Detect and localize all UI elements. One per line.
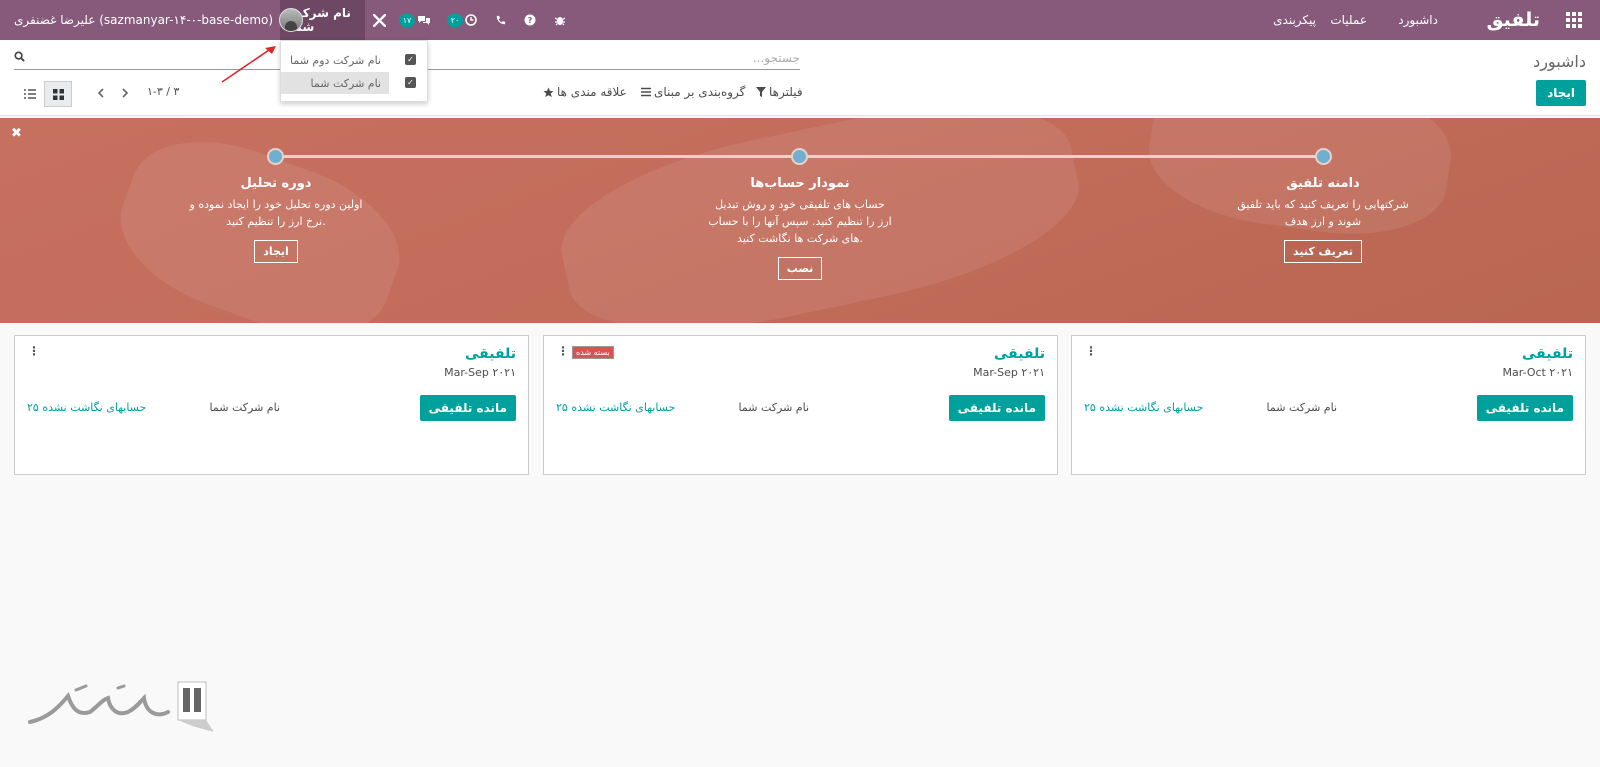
kebab-menu-icon[interactable]: ⋮ — [1085, 344, 1097, 358]
favorites-button[interactable]: علاقه مندی ها — [543, 85, 627, 99]
menu-dashboard[interactable]: داشبورد — [1398, 0, 1438, 40]
debug-bug-icon[interactable] — [549, 0, 571, 40]
bars-icon — [641, 87, 651, 97]
card-company: نام شرکت شما — [209, 401, 280, 414]
user-name: علیرضا غضنفری (sazmanyar-۱۴-۰-base-demo) — [14, 13, 274, 27]
help-icon[interactable]: ? — [519, 0, 541, 40]
kanban-view-grid-icon[interactable] — [44, 81, 72, 107]
consolidation-balance-button[interactable]: مانده تلفیقی — [419, 395, 516, 421]
consolidation-balance-button[interactable]: مانده تلفیقی — [948, 395, 1045, 421]
star-icon — [543, 86, 554, 97]
unmapped-accounts-link[interactable]: ۲۵ حسابهای نگاشت نشده — [1084, 401, 1203, 414]
step-title: دامنه تلفیق — [1286, 176, 1360, 191]
filters-button[interactable]: فیلترها — [756, 85, 803, 99]
activity-badge: ۲۰ — [446, 13, 464, 27]
consolidation-balance-button[interactable]: مانده تلفیقی — [1476, 395, 1573, 421]
card-company: نام شرکت شما — [738, 401, 809, 414]
step-dot-3 — [267, 148, 284, 165]
card-title[interactable]: تلفیقی — [994, 346, 1045, 362]
page-title: داشبورد — [1533, 52, 1586, 71]
step-chart-of-accounts: نمودار حساب‌ها حساب های تلفیقی خود و روش… — [680, 176, 920, 280]
pager-prev-chevron-icon[interactable] — [94, 86, 108, 100]
step-title: نمودار حساب‌ها — [750, 176, 850, 191]
kanban-card[interactable]: تلفیقی Mar-Sep ۲۰۲۱ ⋮ بسته شده مانده تلف… — [543, 335, 1058, 475]
kebab-menu-icon[interactable]: ⋮ — [557, 344, 569, 358]
svg-text:?: ? — [528, 16, 533, 25]
groupby-label: گروه‌بندی بر مبنای — [654, 85, 746, 99]
step-dot-2 — [791, 148, 808, 165]
pager-next-chevron-icon[interactable] — [118, 86, 132, 100]
card-date: Mar-Oct ۲۰۲۱ — [1502, 366, 1573, 379]
checkbox-checked-icon[interactable]: ✓ — [405, 77, 416, 88]
phone-icon[interactable] — [489, 0, 511, 40]
card-company: نام شرکت شما — [1266, 401, 1337, 414]
company-dropdown: نام شرکت دوم شما ✓ نام شرکت شما ✓ — [280, 40, 428, 102]
app-brand[interactable]: تلفیق — [1487, 0, 1540, 40]
user-menu[interactable]: علیرضا غضنفری (sazmanyar-۱۴-۰-base-demo) — [14, 0, 304, 40]
kebab-menu-icon[interactable]: ⋮ — [28, 344, 40, 358]
step-analysis-period: دوره تحلیل اولین دوره تحلیل خود را ایجاد… — [156, 176, 396, 263]
unmapped-accounts-link[interactable]: ۲۵ حسابهای نگاشت نشده — [556, 401, 675, 414]
menu-operations[interactable]: عملیات — [1330, 0, 1367, 40]
create-period-button[interactable]: ایجاد — [254, 240, 298, 263]
card-date: Mar-Sep ۲۰۲۱ — [973, 366, 1045, 379]
menu-configuration[interactable]: پیکربندی — [1273, 0, 1316, 40]
search-icon[interactable] — [14, 51, 25, 62]
step-description: حساب های تلفیقی خود و روش تبدیل ارز را ت… — [708, 198, 892, 245]
step-description: اولین دوره تحلیل خود را ایجاد نموده و نر… — [189, 198, 363, 228]
install-button[interactable]: نصب — [777, 257, 823, 280]
groupby-button[interactable]: گروه‌بندی بر مبنای — [641, 85, 745, 99]
filter-funnel-icon — [756, 87, 766, 97]
favorites-label: علاقه مندی ها — [557, 85, 627, 99]
define-button[interactable]: تعریف کنید — [1284, 240, 1362, 263]
kanban-card[interactable]: تلفیقی Mar-Oct ۲۰۲۱ ⋮ مانده تلفیقی نام ش… — [1071, 335, 1586, 475]
settings-tools-icon[interactable] — [368, 0, 390, 40]
close-icon[interactable]: ✖ — [11, 126, 22, 141]
company-option-main[interactable]: نام شرکت شما — [281, 72, 389, 94]
card-title[interactable]: تلفیقی — [465, 346, 516, 362]
messages-badge: ۱۷ — [398, 13, 416, 27]
unmapped-accounts-link[interactable]: ۲۵ حسابهای نگاشت نشده — [27, 401, 146, 414]
closed-status-badge: بسته شده — [572, 346, 614, 359]
onboarding-banner: ✖ دامنه تلفیق شرکتهایی را تعریف کنید که … — [0, 118, 1600, 323]
watermark-logo-icon — [28, 681, 213, 732]
messages-icon[interactable]: ۱۷ — [398, 0, 432, 40]
pager-value[interactable]: ۱-۳ / ۳ — [147, 85, 179, 98]
checkbox-checked-icon[interactable]: ✓ — [405, 54, 416, 65]
step-description: شرکتهایی را تعریف کنید که باید تلفیق شون… — [1237, 198, 1409, 228]
activity-icon[interactable]: ۲۰ — [445, 0, 479, 40]
create-button[interactable]: ایجاد — [1536, 80, 1586, 106]
annotation-arrow-icon — [221, 46, 276, 83]
step-consolidation-scope: دامنه تلفیق شرکتهایی را تعریف کنید که با… — [1203, 176, 1443, 263]
apps-menu-icon[interactable] — [1566, 0, 1586, 40]
avatar — [279, 8, 304, 32]
filters-label: فیلترها — [769, 85, 803, 99]
top-navbar: تلفیق داشبورد عملیات پیکربندی نام شرکت ش… — [0, 0, 1600, 40]
step-title: دوره تحلیل — [240, 176, 312, 191]
card-title[interactable]: تلفیقی — [1522, 346, 1573, 362]
step-dot-1 — [1315, 148, 1332, 165]
list-view-icon[interactable] — [16, 81, 44, 107]
kanban-card[interactable]: تلفیقی Mar-Sep ۲۰۲۱ ⋮ مانده تلفیقی نام ش… — [14, 335, 529, 475]
card-date: Mar-Sep ۲۰۲۱ — [444, 366, 516, 379]
company-option-second[interactable]: نام شرکت دوم شما — [281, 49, 389, 71]
